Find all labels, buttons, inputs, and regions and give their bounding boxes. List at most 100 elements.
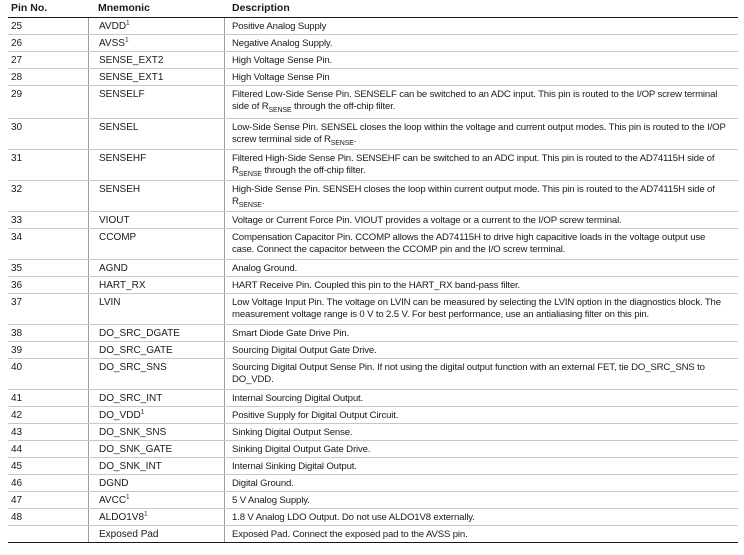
header-pin-no: Pin No. (11, 2, 48, 14)
description: Filtered Low-Side Sense Pin. SENSELF can… (224, 86, 738, 118)
description: Analog Ground. (224, 260, 738, 276)
table-body: 25 AVDD1 Positive Analog Supply 26 AVSS1 Nega… (8, 18, 738, 543)
pin-number: 36 (11, 280, 23, 291)
pin-number: 31 (11, 153, 23, 164)
mnemonic: SENSEH (88, 181, 224, 211)
mnemonic: DO_SNK_SNS (88, 424, 224, 440)
pin-number: 28 (11, 72, 23, 83)
mnemonic: AVCC1 (88, 492, 224, 508)
pin-number: 37 (11, 297, 23, 308)
pin-number: 45 (11, 461, 23, 472)
footnote-marker: 1 (144, 510, 148, 518)
description: Filtered High-Side Sense Pin. SENSEHF ca… (224, 150, 738, 180)
pin-number: 44 (11, 444, 23, 455)
pin-number: 35 (11, 263, 23, 274)
mnemonic: SENSE_EXT2 (88, 52, 224, 68)
mnemonic: HART_RX (88, 277, 224, 293)
pin-number: 46 (11, 478, 23, 489)
pin-number: 33 (11, 215, 23, 226)
pin-description-table: Pin No. Mnemonic Description 25 AVDD1 Posi… (8, 0, 738, 543)
subscript: SENSE (268, 106, 292, 114)
mnemonic: AGND (88, 260, 224, 276)
mnemonic: SENSEL (88, 119, 224, 149)
footnote-marker: 1 (124, 36, 129, 44)
header-description: Description (232, 2, 290, 14)
footnote-marker: 1 (126, 19, 130, 27)
mnemonic: DO_SNK_INT (88, 458, 224, 474)
mnemonic: LVIN (88, 294, 224, 324)
description: Internal Sourcing Digital Output. (224, 390, 738, 406)
table-row: 44 DO_SNK_GATE Sinking Digital Output Gate… (8, 441, 738, 458)
table-row: 43 DO_SNK_SNS Sinking Digital Output Sense… (8, 424, 738, 441)
mnemonic: DGND (88, 475, 224, 491)
table-row: 42 DO_VDD1 Positive Supply for Digital Out… (8, 407, 738, 424)
mnemonic: DO_SNK_GATE (88, 441, 224, 457)
description: Internal Sinking Digital Output. (224, 458, 738, 474)
mnemonic: DO_VDD1 (88, 407, 224, 423)
table-row: 46 DGND Digital Ground. (8, 475, 738, 492)
mnemonic: DO_SRC_DGATE (88, 325, 224, 341)
subscript: SENSE (238, 170, 262, 178)
description: Smart Diode Gate Drive Pin. (224, 325, 738, 341)
description: Compensation Capacitor Pin. CCOMP allows… (224, 229, 738, 259)
description: 1.8 V Analog LDO Output. Do not use ALDO… (224, 509, 738, 525)
description: Low-Side Sense Pin. SENSEL closes the lo… (224, 119, 738, 149)
table-row: 29 SENSELF Filtered Low-Side Sense Pin. SE… (8, 86, 738, 119)
mnemonic: DO_SRC_INT (88, 390, 224, 406)
table-row: 37 LVIN Low Voltage Input Pin. The voltage… (8, 294, 738, 325)
pin-number: 48 (11, 512, 23, 523)
table-row: 32 SENSEH High-Side Sense Pin. SENSEH clos… (8, 181, 738, 212)
table-row: 28 SENSE_EXT1 High Voltage Sense Pin (8, 69, 738, 86)
pin-number: 40 (11, 362, 23, 373)
description: HART Receive Pin. Coupled this pin to th… (224, 277, 738, 293)
description: Sourcing Digital Output Gate Drive. (224, 342, 738, 358)
table-row: 40 DO_SRC_SNS Sourcing Digital Output Sens… (8, 359, 738, 390)
pin-number: 38 (11, 328, 23, 339)
description: Sourcing Digital Output Sense Pin. If no… (224, 359, 738, 389)
table-row: 38 DO_SRC_DGATE Smart Diode Gate Drive Pin… (8, 325, 738, 342)
table-row: 33 VIOUT Voltage or Current Force Pin. VIO… (8, 212, 738, 229)
table-row: 27 SENSE_EXT2 High Voltage Sense Pin. (8, 52, 738, 69)
table-row: 35 AGND Analog Ground. (8, 260, 738, 277)
description: High-Side Sense Pin. SENSEH closes the l… (224, 181, 738, 211)
header-mnemonic: Mnemonic (98, 2, 150, 14)
mnemonic: SENSE_EXT1 (88, 69, 224, 85)
pin-number: 42 (11, 410, 23, 421)
table-row: 26 AVSS1 Negative Analog Supply. (8, 35, 738, 52)
table-row: 48 ALDO1V81 1.8 V Analog LDO Output. Do no… (8, 509, 738, 526)
description: Low Voltage Input Pin. The voltage on LV… (224, 294, 738, 324)
pin-number: 25 (11, 21, 23, 32)
pin-number: 41 (11, 393, 23, 404)
description: Positive Analog Supply (224, 18, 738, 34)
mnemonic: SENSEHF (88, 150, 224, 180)
mnemonic: DO_SRC_GATE (88, 342, 224, 358)
description: 5 V Analog Supply. (224, 492, 738, 508)
subscript: SENSE (238, 201, 262, 209)
pin-number: 32 (11, 184, 23, 195)
mnemonic: ALDO1V81 (88, 509, 224, 525)
pin-number: 26 (11, 38, 23, 49)
mnemonic: Exposed Pad (88, 526, 224, 542)
table-row: Exposed Pad Exposed Pad. Connect the expo… (8, 526, 738, 543)
description: High Voltage Sense Pin. (224, 52, 738, 68)
table-row: 41 DO_SRC_INT Internal Sourcing Digital Ou… (8, 390, 738, 407)
table-row: 31 SENSEHF Filtered High-Side Sense Pin. S… (8, 150, 738, 181)
mnemonic: AVDD1 (88, 18, 224, 34)
table-header: Pin No. Mnemonic Description (8, 0, 738, 18)
mnemonic: CCOMP (88, 229, 224, 259)
subscript: SENSE (330, 139, 354, 147)
footnote-marker: 1 (126, 493, 130, 501)
table-row: 25 AVDD1 Positive Analog Supply (8, 18, 738, 35)
description: High Voltage Sense Pin (224, 69, 738, 85)
description: Digital Ground. (224, 475, 738, 491)
table-row: 36 HART_RX HART Receive Pin. Coupled this … (8, 277, 738, 294)
description: Positive Supply for Digital Output Circu… (224, 407, 738, 423)
pin-number: 29 (11, 89, 23, 100)
mnemonic: DO_SRC_SNS (88, 359, 224, 389)
footnote-marker: 1 (140, 408, 145, 416)
pin-number: 30 (11, 122, 23, 133)
pin-number: 34 (11, 232, 23, 243)
table-row: 30 SENSEL Low-Side Sense Pin. SENSEL close… (8, 119, 738, 150)
mnemonic: SENSELF (88, 86, 224, 118)
mnemonic: AVSS1 (88, 35, 224, 51)
